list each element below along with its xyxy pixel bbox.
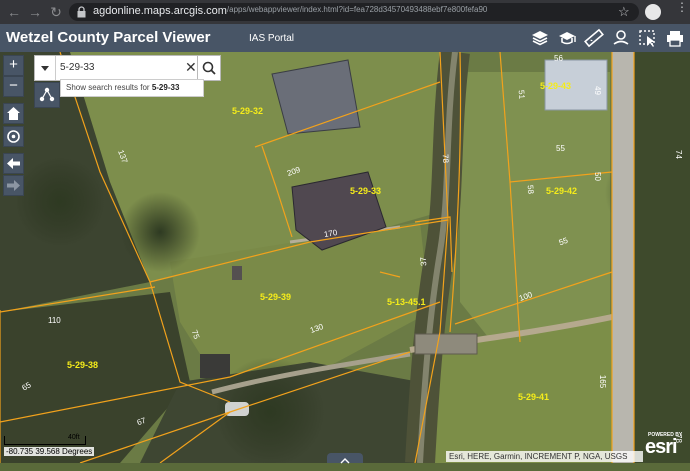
next-extent-button[interactable] (3, 175, 24, 196)
browser-toolbar: ← → ↻ agdonline.maps.arcgis.com/apps/web… (0, 0, 690, 24)
locate-button[interactable] (3, 126, 24, 147)
parcel-map[interactable]: 5-29-32 5-29-33 5-29-43 5-29-42 5-29-39 … (0, 52, 690, 463)
reload-icon[interactable]: ↻ (48, 4, 64, 20)
tree-canopy (15, 157, 105, 247)
map-attribution[interactable]: Esri, HERE, Garmin, INCREMENT P, NGA, US… (446, 451, 643, 462)
car (225, 402, 249, 416)
shed (232, 266, 242, 280)
parcel-label[interactable]: 5-29-41 (518, 392, 549, 402)
search-input[interactable]: 5-29-33 (60, 56, 94, 80)
scale-label: 40ft (68, 434, 80, 441)
dimension-label: 49 (592, 86, 602, 95)
dimension-label: 74 (673, 150, 683, 159)
share-location-button[interactable] (34, 82, 60, 108)
dimension-label: 51 (516, 89, 527, 100)
suggestion-term: 5-29-33 (151, 83, 180, 92)
zoom-out-button[interactable]: − (3, 76, 24, 97)
parcel-label[interactable]: 5-13-45.1 (387, 297, 426, 307)
parcel-label[interactable]: 5-29-38 (67, 360, 98, 370)
caret-down-icon (41, 66, 49, 71)
url-path: /apps/webappviewer/index.html?id=fea728d… (226, 5, 488, 14)
bottom-panel-toggle[interactable] (327, 453, 363, 464)
parcel-label-selected[interactable]: 5-29-33 (350, 186, 381, 196)
lock-icon (77, 6, 86, 18)
field-east (460, 72, 610, 352)
bookmark-star-icon[interactable]: ☆ (618, 4, 630, 20)
url-text: agdonline.maps.arcgis.com/apps/webappvie… (93, 5, 487, 17)
woods-east (634, 52, 690, 463)
search-widget: 5-29-33 ✕ (34, 55, 221, 81)
search-suggestion[interactable]: Show search results for 5-29-33 (60, 79, 204, 97)
locate-icon (7, 130, 20, 143)
home-button[interactable] (3, 103, 24, 124)
forward-icon[interactable]: → (27, 4, 43, 20)
dimension-label: 110 (48, 316, 61, 325)
basemap-gallery-icon[interactable] (557, 28, 577, 48)
dimension-label: 58 (525, 184, 536, 195)
chevron-up-icon (340, 458, 350, 464)
arrow-right-icon (7, 180, 20, 191)
parcel-label[interactable]: 5-29-39 (260, 292, 291, 302)
dimension-label: 78 (440, 153, 451, 164)
print-icon[interactable] (665, 28, 685, 48)
layers-icon[interactable] (530, 28, 550, 48)
parcel-label[interactable]: 5-29-42 (546, 186, 577, 196)
my-location-icon[interactable] (611, 28, 631, 48)
dimension-label: 50 (592, 172, 602, 181)
measure-icon[interactable] (584, 28, 604, 48)
zoom-in-button[interactable]: + (3, 55, 24, 76)
search-source-dropdown[interactable] (35, 56, 56, 80)
home-icon (7, 107, 20, 120)
profile-avatar[interactable] (645, 4, 661, 20)
clear-search-icon[interactable]: ✕ (185, 59, 197, 76)
bridge (414, 333, 478, 355)
suggestion-prefix: Show search results for (66, 83, 152, 92)
dimension-label: 55 (556, 144, 565, 153)
network-icon (39, 87, 55, 102)
previous-extent-button[interactable] (3, 153, 24, 174)
shed (200, 354, 230, 378)
dimension-label: 56 (554, 54, 563, 63)
tree-canopy (120, 192, 200, 272)
url-host: agdonline.maps.arcgis.com (93, 5, 227, 17)
dimension-label: 37 (418, 256, 429, 267)
arrow-left-icon (7, 158, 20, 169)
select-icon[interactable] (638, 28, 658, 48)
coordinate-readout: -80.735 39.568 Degrees (4, 447, 95, 456)
browser-menu-icon[interactable]: ⋮ (676, 1, 688, 13)
portal-subtitle: IAS Portal (249, 33, 295, 44)
house-roof (271, 59, 361, 135)
app-title: Wetzel County Parcel Viewer (6, 29, 211, 46)
parcel-label[interactable]: 5-29-32 (232, 106, 263, 116)
back-icon[interactable]: ← (6, 4, 22, 20)
search-button[interactable] (197, 55, 221, 81)
dimension-label: 165 (598, 374, 608, 389)
esri-logo[interactable]: esri (645, 436, 678, 459)
road (612, 52, 634, 463)
search-icon (202, 61, 216, 75)
parcel-label[interactable]: 5-29-43 (540, 81, 571, 91)
map-canvas (0, 52, 690, 463)
